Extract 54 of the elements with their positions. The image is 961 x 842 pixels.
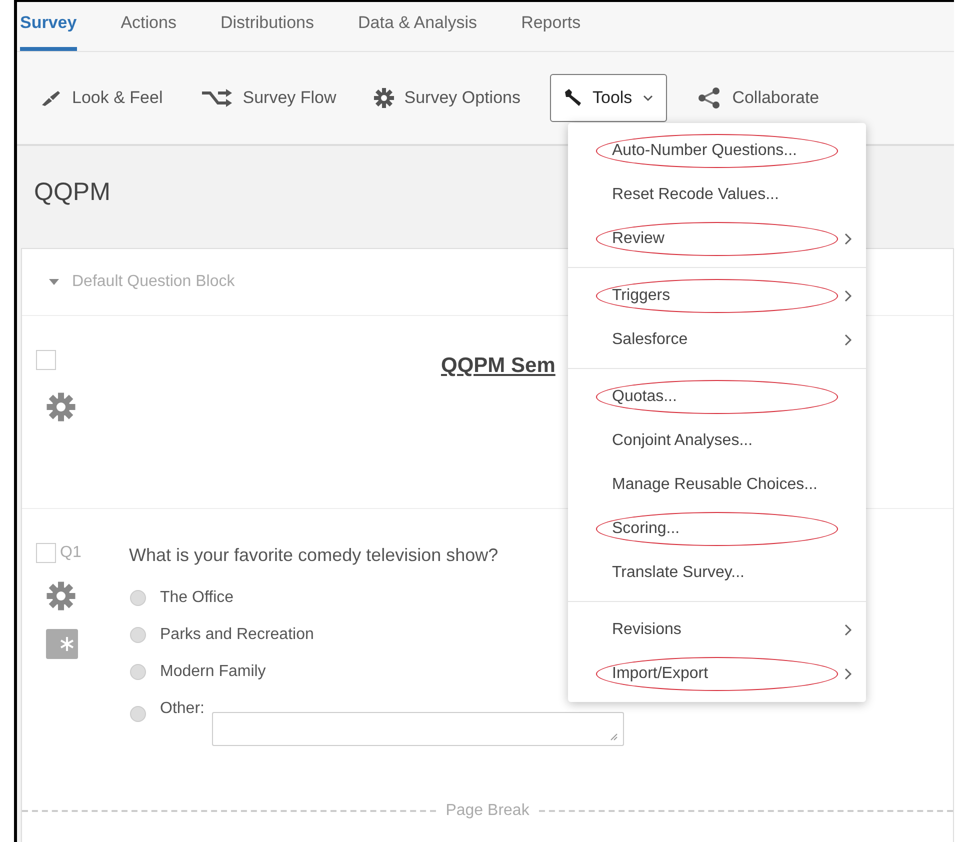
toolbar-button[interactable]: Survey Options (365, 74, 530, 122)
menu-item[interactable]: Reset Recode Values... (568, 173, 866, 217)
gear-icon[interactable] (46, 581, 76, 611)
menu-item[interactable]: Scoring... (568, 507, 866, 551)
menu-item[interactable]: Translate Survey... (568, 551, 866, 595)
menu-item[interactable]: Manage Reusable Choices... (568, 463, 866, 507)
question-number: Q1 (60, 544, 82, 562)
block-title: Default Question Block (72, 273, 235, 291)
page-break-label: Page Break (446, 802, 530, 820)
toolbar-button[interactable]: Collaborate (687, 74, 828, 122)
gear-icon[interactable] (46, 392, 76, 422)
menu-item[interactable]: Quotas... (568, 375, 866, 419)
question-text: What is your favorite comedy television show? (129, 545, 498, 566)
tab[interactable]: Actions (120, 2, 176, 51)
menu-item[interactable]: Auto-Number Questions... (568, 129, 866, 173)
menu-item[interactable]: Salesforce (568, 318, 866, 362)
choice-label: Parks and Recreation (160, 626, 314, 644)
tab[interactable]: Data & Analysis (358, 2, 478, 51)
collapse-triangle-icon[interactable] (48, 278, 60, 286)
tab[interactable]: Reports (521, 2, 581, 51)
gear-icon (374, 88, 394, 108)
tab[interactable]: Distributions (220, 2, 314, 51)
radio-button[interactable] (130, 706, 146, 722)
wrench-icon (562, 88, 582, 108)
menu-item[interactable]: Conjoint Analyses... (568, 419, 866, 463)
menu-item[interactable]: Review (568, 217, 866, 261)
radio-button[interactable] (130, 590, 146, 606)
choice-label: Other: (160, 700, 204, 718)
chevron-right-icon (844, 334, 852, 346)
radio-button[interactable] (130, 627, 146, 643)
chevron-right-icon (844, 624, 852, 636)
choice-label: Modern Family (160, 663, 266, 681)
survey-title: QQPM (34, 178, 110, 207)
required-icon[interactable] (46, 629, 78, 659)
resize-handle-icon[interactable] (610, 733, 618, 741)
chevron-right-icon (844, 233, 852, 245)
tools-dropdown[interactable]: Tools (550, 74, 668, 122)
intro-title: QQPM Sem (441, 354, 556, 378)
menu-item[interactable]: Triggers (568, 274, 866, 318)
share-icon (696, 87, 722, 109)
brush-icon (40, 89, 62, 107)
toolbar-button[interactable]: Survey Flow (192, 74, 346, 122)
choice-label: The Office (160, 589, 234, 607)
radio-button[interactable] (130, 664, 146, 680)
chevron-right-icon (844, 290, 852, 302)
checkbox[interactable] (36, 543, 56, 563)
text-entry-field[interactable] (212, 712, 624, 746)
checkbox[interactable] (36, 350, 56, 370)
chevron-right-icon (844, 668, 852, 680)
shuffle-icon (200, 89, 233, 107)
menu-item[interactable]: Import/Export (568, 652, 866, 696)
caret-icon (642, 94, 654, 102)
toolbar-button[interactable]: Look & Feel (31, 74, 172, 122)
menu-item[interactable]: Revisions (568, 608, 866, 652)
